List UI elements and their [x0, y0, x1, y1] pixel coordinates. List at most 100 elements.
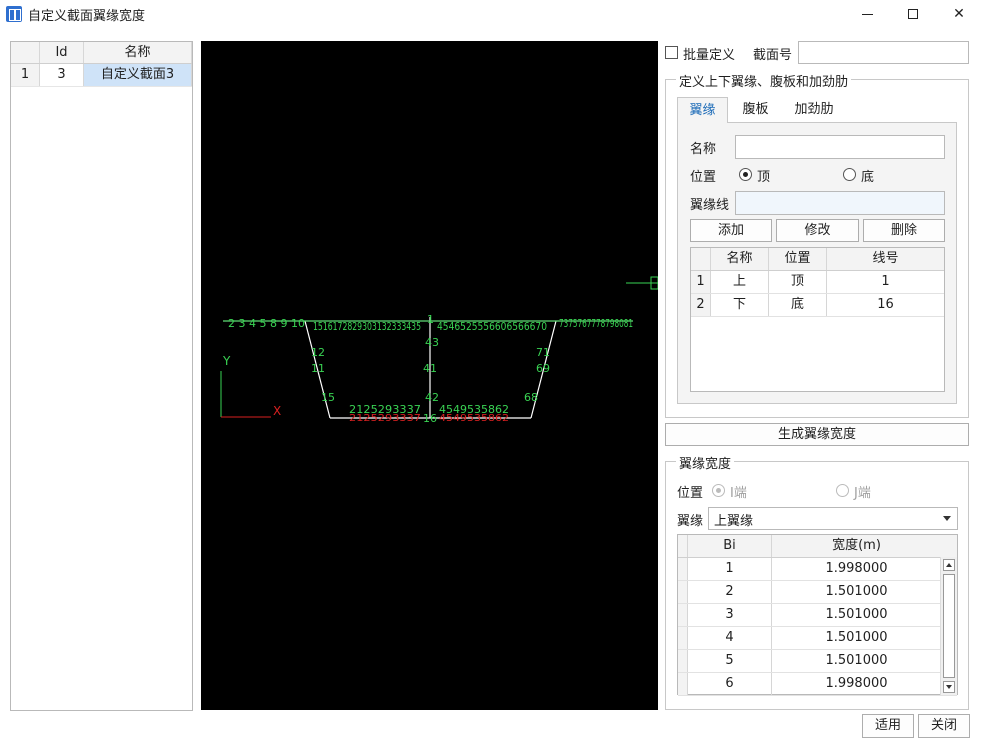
scroll-down-icon[interactable]: [943, 681, 955, 693]
ft-row-position[interactable]: 底: [769, 294, 827, 316]
define-group-title: 定义上下翼缘、腹板和加劲肋: [676, 71, 852, 90]
node-label-group-top-right: 7375767778798081: [559, 317, 633, 330]
flange-position-label: 位置: [690, 170, 717, 185]
flange-line-input[interactable]: [735, 191, 945, 215]
ft-row-name[interactable]: 下: [711, 294, 769, 316]
node-label-43: 43: [425, 336, 439, 349]
width-table-header: Bi 宽度(m): [678, 535, 957, 558]
node-label-41: 41: [423, 362, 437, 375]
ft-row-index: 2: [691, 294, 711, 316]
table-row[interactable]: 6 1.998000: [678, 673, 957, 696]
flange-select-value: 上翼缘: [714, 514, 754, 529]
table-row[interactable]: 2 1.501000: [678, 581, 957, 604]
maximize-icon: [908, 9, 918, 19]
wt-row-bi[interactable]: 2: [688, 581, 772, 603]
window-title: 自定义截面翼缘宽度: [28, 9, 146, 24]
section-row[interactable]: 1 3 自定义截面3: [11, 64, 192, 87]
wt-row-bi[interactable]: 5: [688, 650, 772, 672]
axis-y-label: Y: [222, 354, 231, 368]
end-i-radio[interactable]: [712, 484, 725, 497]
end-i-label: I端: [730, 486, 747, 501]
scroll-thumb[interactable]: [943, 574, 955, 678]
apply-button[interactable]: 适用: [862, 714, 914, 738]
header-id[interactable]: Id: [40, 42, 84, 63]
minimize-button[interactable]: [844, 0, 890, 28]
ft-row-line[interactable]: 16: [827, 294, 944, 316]
generate-flange-width-button[interactable]: 生成翼缘宽度: [665, 423, 969, 446]
row-index: 1: [11, 64, 40, 86]
ft-row-line[interactable]: 1: [827, 271, 944, 293]
node-label-16: 16: [423, 412, 437, 425]
end-j-radio[interactable]: [836, 484, 849, 497]
flange-width-table[interactable]: Bi 宽度(m) 1 1.998000 2 1.501000 3 1.50100…: [677, 534, 958, 696]
node-label-12: 12: [311, 346, 325, 359]
node-label-71: 71: [536, 346, 550, 359]
close-window-button[interactable]: ✕: [936, 0, 982, 28]
node-label-group-top-left: 2 3 4 5 8 9 10: [228, 317, 305, 330]
table-row[interactable]: 3 1.501000: [678, 604, 957, 627]
flange-definition-table[interactable]: 名称 位置 线号 1 上 顶 1 2 下 底 16: [690, 247, 945, 392]
node-label-group-top-mid2: 4546525556606566670: [437, 320, 547, 333]
wt-row-width[interactable]: 1.998000: [772, 558, 941, 580]
table-row[interactable]: 5 1.501000: [678, 650, 957, 673]
section-no-label: 截面号: [753, 48, 793, 63]
table-row[interactable]: 1 1.998000: [678, 558, 957, 581]
flange-line-label: 翼缘线: [690, 198, 730, 213]
axis-x-label: X: [273, 404, 281, 418]
wt-row-width[interactable]: 1.501000: [772, 581, 941, 603]
maximize-button[interactable]: [890, 0, 936, 28]
wt-row-bi[interactable]: 6: [688, 673, 772, 695]
header-name[interactable]: 名称: [84, 42, 192, 63]
node-label-15: 15: [321, 391, 335, 404]
wt-head-width[interactable]: 宽度(m): [772, 535, 941, 557]
flange-name-label: 名称: [690, 142, 717, 157]
wt-row-width[interactable]: 1.501000: [772, 604, 941, 626]
ft-row-name[interactable]: 上: [711, 271, 769, 293]
flange-select[interactable]: 上翼缘: [708, 507, 958, 530]
wt-row-bi[interactable]: 1: [688, 558, 772, 580]
table-row[interactable]: 4 1.501000: [678, 627, 957, 650]
row-name[interactable]: 自定义截面3: [84, 64, 192, 86]
ft-head-line[interactable]: 线号: [827, 248, 944, 270]
section-drawing-canvas[interactable]: Y X 2 3 4 5 8 9 10 151617282930313233343…: [201, 41, 658, 710]
node-label-69: 69: [536, 362, 550, 375]
table-row[interactable]: 1 上 顶 1: [691, 271, 944, 294]
add-button[interactable]: 添加: [690, 219, 772, 242]
table-row[interactable]: 2 下 底 16: [691, 294, 944, 317]
wt-row-header: [678, 627, 688, 649]
wt-head-bi[interactable]: Bi: [688, 535, 772, 557]
row-id[interactable]: 3: [40, 64, 84, 86]
wt-row-bi[interactable]: 4: [688, 627, 772, 649]
wt-row-width[interactable]: 1.998000: [772, 673, 941, 695]
batch-define-checkbox[interactable]: [665, 46, 678, 59]
section-list-grid[interactable]: Id 名称 1 3 自定义截面3: [10, 41, 193, 711]
wt-row-width[interactable]: 1.501000: [772, 650, 941, 672]
wt-row-header: [678, 604, 688, 626]
ft-row-index: 1: [691, 271, 711, 293]
flange-name-input[interactable]: [735, 135, 945, 159]
ft-row-position[interactable]: 顶: [769, 271, 827, 293]
section-no-input[interactable]: [798, 41, 969, 64]
position-top-radio[interactable]: [739, 168, 752, 181]
tab-web[interactable]: 腹板: [733, 97, 778, 123]
flange-table-header: 名称 位置 线号: [691, 248, 944, 271]
wt-row-width[interactable]: 1.501000: [772, 627, 941, 649]
modify-button[interactable]: 修改: [776, 219, 859, 242]
scroll-up-icon[interactable]: [943, 559, 955, 571]
wt-row-bi[interactable]: 3: [688, 604, 772, 626]
red-label-group-right: 4549535862: [439, 413, 509, 424]
delete-button[interactable]: 删除: [863, 219, 945, 242]
end-j-label: J端: [854, 486, 871, 501]
red-label-group-left: 2125293337: [349, 413, 421, 424]
axes: Y X: [220, 354, 281, 418]
tab-stiffener[interactable]: 加劲肋: [786, 97, 842, 123]
width-position-label: 位置: [677, 486, 704, 501]
tab-flange[interactable]: 翼缘: [677, 97, 728, 123]
node-label-68: 68: [524, 391, 538, 404]
minimize-icon: [861, 13, 873, 15]
ft-head-position[interactable]: 位置: [769, 248, 827, 270]
position-bottom-radio[interactable]: [843, 168, 856, 181]
ft-head-name[interactable]: 名称: [711, 248, 769, 270]
close-button[interactable]: 关闭: [918, 714, 970, 738]
width-table-scrollbar[interactable]: [940, 557, 957, 695]
